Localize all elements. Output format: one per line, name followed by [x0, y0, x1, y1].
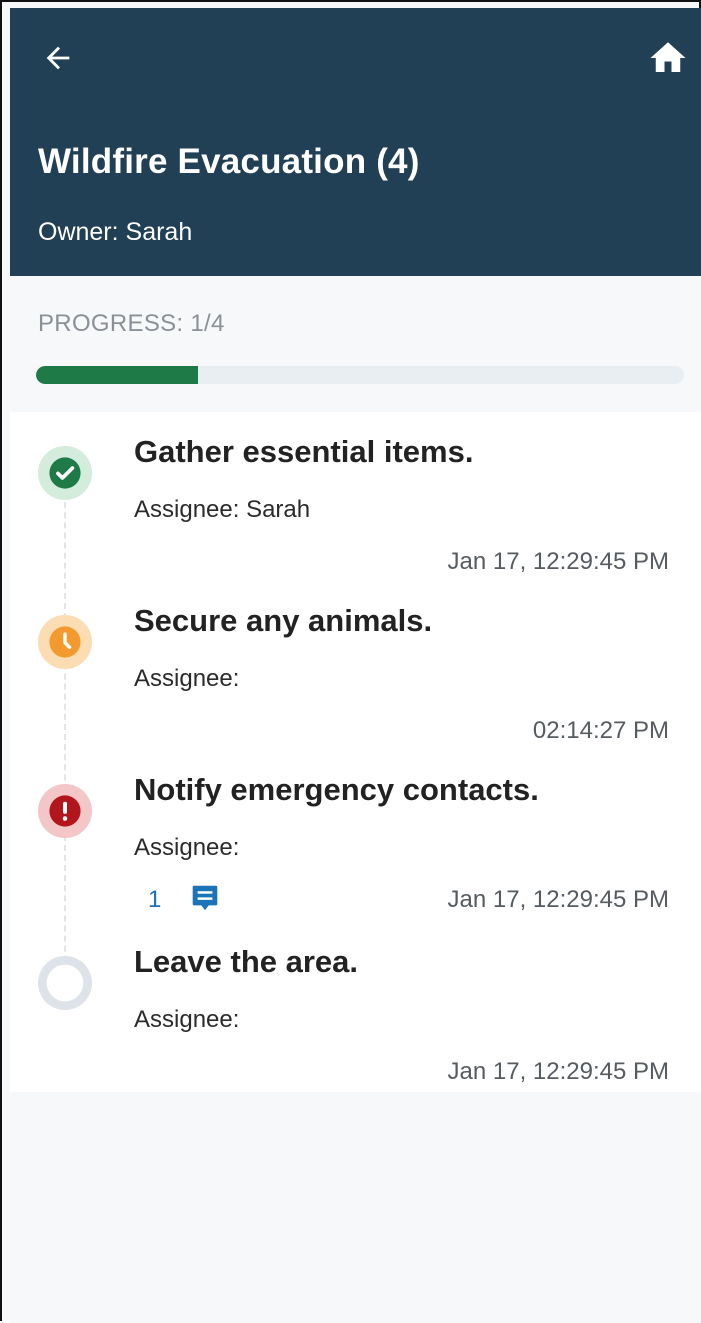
task-item[interactable]: Secure any animals. Assignee: 02:14:27 P… — [10, 603, 701, 753]
alert-icon — [49, 795, 81, 827]
app-frame: Wildfire Evacuation (4) Owner: Sarah PRO… — [0, 0, 701, 1323]
comment-icon[interactable] — [190, 882, 220, 914]
task-assignee: Assignee: Sarah — [134, 496, 311, 523]
empty-area — [10, 1092, 701, 1323]
empty-circle-icon — [46, 964, 84, 1002]
status-done-indicator — [38, 446, 92, 500]
progress-bar-fill — [36, 366, 198, 384]
home-button[interactable] — [646, 36, 690, 80]
task-assignee: Assignee: — [134, 1006, 240, 1033]
status-blocked-indicator — [38, 784, 92, 838]
back-button[interactable] — [38, 38, 78, 78]
task-assignee: Assignee: — [134, 834, 240, 861]
task-list: Gather essential items. Assignee: Sarah … — [10, 412, 701, 1092]
task-item[interactable]: Gather essential items. Assignee: Sarah … — [10, 434, 701, 584]
task-title: Notify emergency contacts. — [134, 772, 539, 807]
clock-icon — [49, 626, 81, 658]
task-assignee: Assignee: — [134, 665, 240, 692]
check-circle-icon — [49, 457, 81, 489]
task-title: Leave the area. — [134, 944, 359, 979]
task-timestamp: Jan 17, 12:29:45 PM — [447, 1058, 669, 1085]
task-timestamp: Jan 17, 12:29:45 PM — [447, 886, 669, 913]
comment-count[interactable]: 1 — [148, 886, 161, 914]
task-timestamp: 02:14:27 PM — [532, 717, 669, 744]
task-item[interactable]: Notify emergency contacts. Assignee: 1 J… — [10, 772, 701, 922]
header: Wildfire Evacuation (4) Owner: Sarah — [10, 8, 701, 276]
progress-bar — [36, 366, 684, 384]
task-timestamp: Jan 17, 12:29:45 PM — [447, 548, 669, 575]
status-in-progress-indicator — [38, 615, 92, 669]
home-icon — [650, 42, 686, 72]
progress-label: PROGRESS: 1/4 — [38, 310, 225, 337]
task-title: Gather essential items. — [134, 434, 474, 469]
task-item[interactable]: Leave the area. Assignee: Jan 17, 12:29:… — [10, 944, 701, 1094]
progress-section: PROGRESS: 1/4 — [10, 276, 701, 412]
arrow-left-icon — [46, 46, 70, 70]
page-title: Wildfire Evacuation (4) — [38, 142, 420, 181]
task-title: Secure any animals. — [134, 603, 433, 638]
owner-label: Owner: Sarah — [38, 218, 193, 246]
status-pending-indicator — [38, 956, 92, 1010]
